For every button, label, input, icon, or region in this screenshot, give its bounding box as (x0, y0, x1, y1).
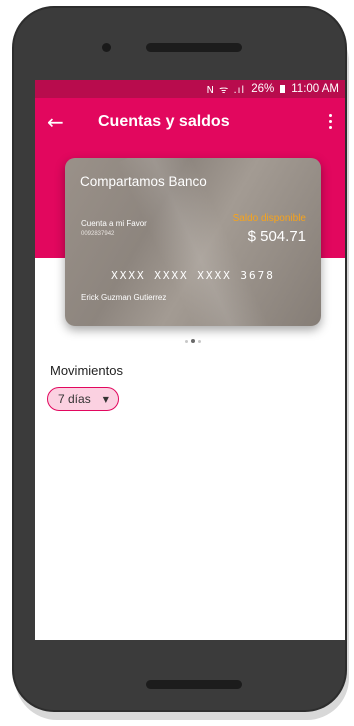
movements-title: Movimientos (50, 363, 123, 378)
account-label: Cuenta a mi Favor (81, 219, 147, 228)
signal-icons: N ᯤ .ıl (206, 85, 246, 96)
camera-icon (102, 43, 111, 52)
bottom-speaker (146, 680, 242, 689)
pager-dot-active[interactable] (191, 339, 195, 343)
account-number: 0092837942 (81, 231, 115, 237)
clock: 11:00 AM (291, 83, 339, 95)
pager-dot[interactable] (185, 339, 188, 343)
period-filter-value: 7 días (58, 392, 91, 406)
account-card[interactable]: Compartamos Banco Cuenta a mi Favor 0092… (65, 158, 321, 326)
app-screen: N ᯤ .ıl 26% 11:00 AM ← Cuentas y saldos … (35, 80, 345, 640)
pager-dot[interactable] (198, 339, 201, 343)
more-vert-icon[interactable] (329, 114, 335, 132)
top-speaker (146, 43, 242, 52)
card-number: XXXX XXXX XXXX 3678 (111, 269, 275, 282)
period-filter-dropdown[interactable]: 7 días ▼ (47, 387, 119, 411)
balance-label: Saldo disponible (232, 213, 306, 224)
balance-value: $ 504.71 (247, 228, 306, 245)
card-holder: Erick Guzman Gutierrez (81, 293, 167, 302)
status-bar: N ᯤ .ıl 26% 11:00 AM (35, 80, 345, 98)
card-pager (185, 339, 201, 343)
bank-name: Compartamos Banco (80, 174, 207, 189)
app-bar: ← Cuentas y saldos (35, 98, 345, 150)
page-title: Cuentas y saldos (98, 113, 230, 130)
battery-icon (280, 85, 286, 93)
caret-down-icon: ▼ (102, 394, 109, 404)
battery-level: 26% (251, 83, 275, 95)
arrow-left-icon[interactable]: ← (47, 112, 67, 132)
